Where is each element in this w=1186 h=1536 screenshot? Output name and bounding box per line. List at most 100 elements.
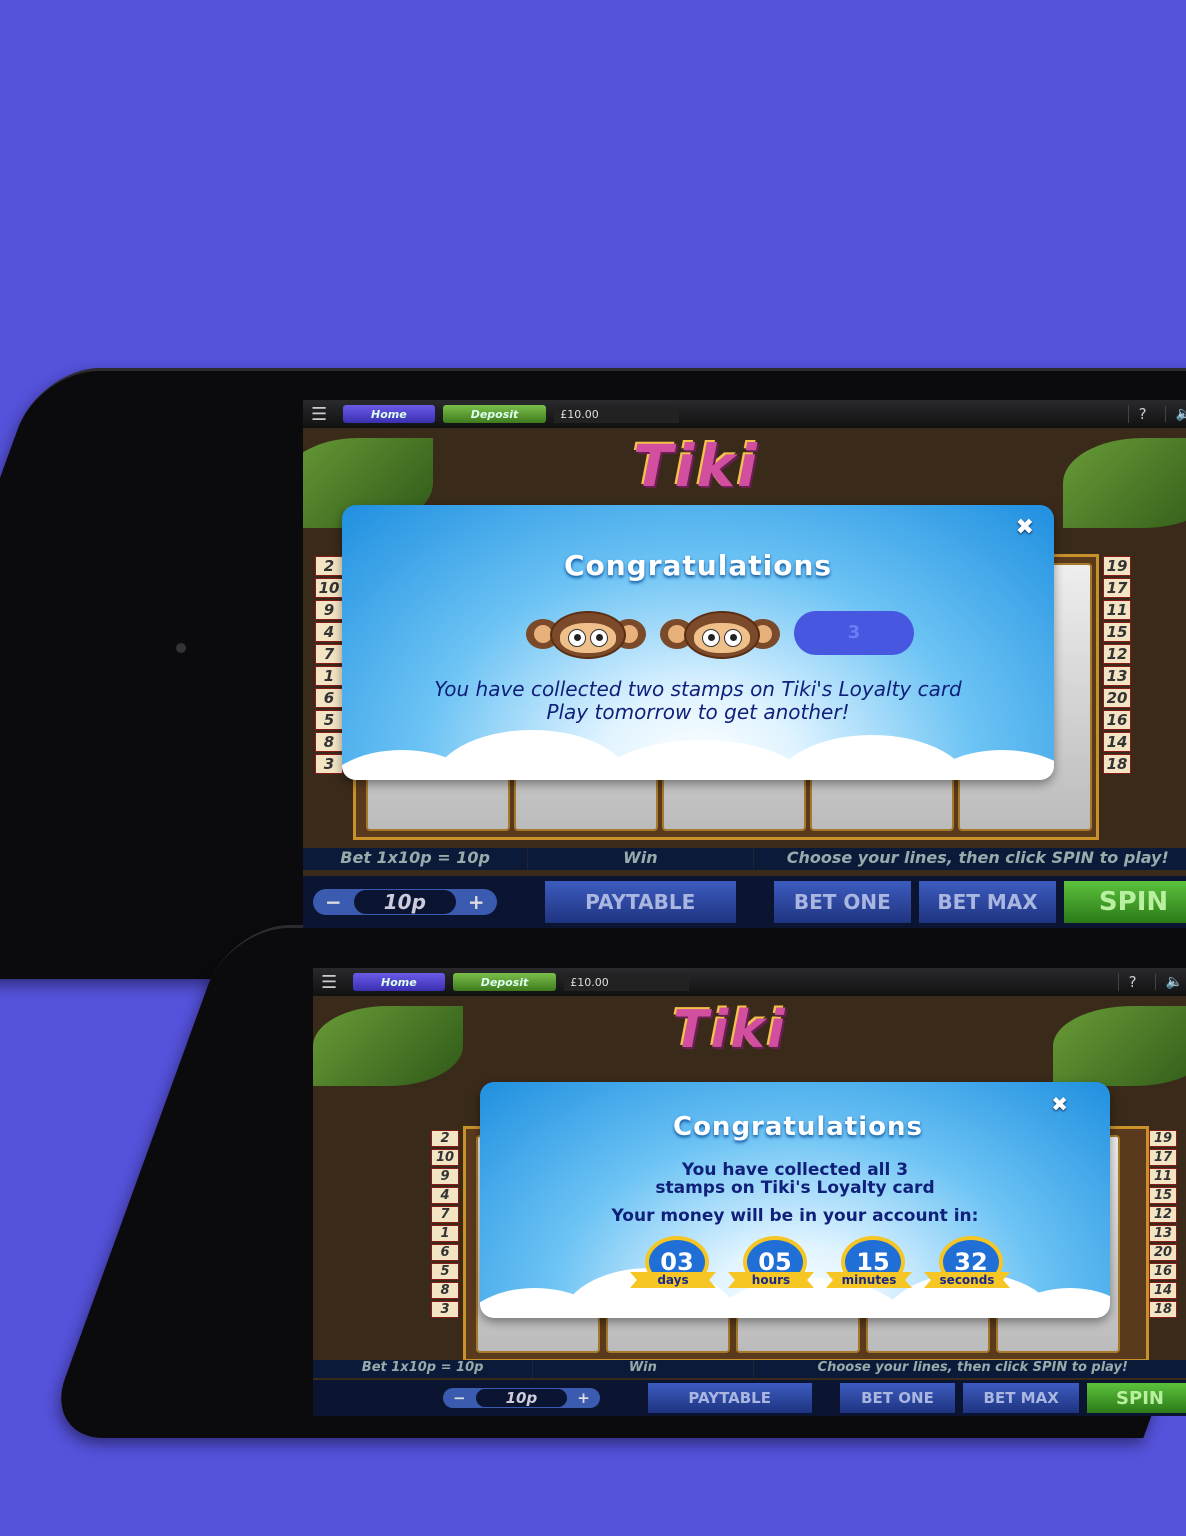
payline-number[interactable]: 14	[1149, 1282, 1177, 1299]
payline-number[interactable]: 1	[315, 666, 343, 686]
payline-number[interactable]: 19	[1149, 1130, 1177, 1147]
payline-number[interactable]: 20	[1103, 688, 1131, 708]
popup-message-line2: Play tomorrow to get another!	[546, 700, 850, 724]
payline-number[interactable]: 16	[1103, 710, 1131, 730]
payline-number[interactable]: 2	[431, 1130, 459, 1147]
controls-bar: − 10p + PAYTABLE BET ONE BET MAX SPIN	[303, 876, 1186, 928]
payline-number[interactable]: 15	[1149, 1187, 1177, 1204]
monkey-stamp-icon	[660, 611, 780, 659]
deposit-button[interactable]: Deposit	[452, 973, 557, 991]
payline-number[interactable]: 12	[1149, 1206, 1177, 1223]
deposit-button[interactable]: Deposit	[442, 405, 547, 423]
loyalty-popup-all-stamps: ✖ Congratulations You have collected all…	[480, 1082, 1110, 1318]
countdown-minutes: 15 minutes	[826, 1236, 912, 1296]
status-bar: Bet 1x10p = 10p Win Choose your lines, t…	[313, 1360, 1186, 1378]
bet-one-button[interactable]: BET ONE	[773, 881, 911, 923]
cloud-decoration	[342, 730, 1054, 780]
bet-info: Bet 1x10p = 10p	[303, 848, 529, 870]
payline-number[interactable]: 2	[315, 556, 343, 576]
hamburger-menu-icon[interactable]: ☰	[321, 972, 345, 993]
payline-number[interactable]: 6	[315, 688, 343, 708]
balance-display: £10.00	[554, 405, 679, 423]
win-label: Win	[528, 848, 754, 870]
instruction-text: Choose your lines, then click SPIN to pl…	[754, 848, 1186, 870]
payline-number[interactable]: 4	[431, 1187, 459, 1204]
payline-number[interactable]: 12	[1103, 644, 1131, 664]
minus-button[interactable]: −	[443, 1389, 476, 1407]
bet-max-button[interactable]: BET MAX	[918, 881, 1057, 923]
win-label: Win	[533, 1360, 754, 1378]
payline-number[interactable]: 17	[1103, 578, 1131, 598]
payline-number[interactable]: 14	[1103, 732, 1131, 752]
stamp-card: 3	[526, 611, 914, 659]
popup-message-line3: Your money will be in your account in:	[611, 1206, 979, 1226]
instruction-text: Choose your lines, then click SPIN to pl…	[754, 1360, 1186, 1378]
bet-stepper[interactable]: − 10p +	[443, 1388, 600, 1408]
home-button[interactable]: Home	[353, 973, 445, 991]
payline-number[interactable]: 20	[1149, 1244, 1177, 1261]
speaker-icon[interactable]: 🔈	[1154, 974, 1186, 990]
spin-button[interactable]: SPIN	[1086, 1383, 1186, 1413]
plus-button[interactable]: +	[456, 890, 497, 914]
payline-number[interactable]: 13	[1103, 666, 1131, 686]
payline-number[interactable]: 18	[1103, 754, 1131, 774]
bet-stepper[interactable]: − 10p +	[313, 889, 497, 915]
popup-message-line1: You have collected all 3	[681, 1160, 909, 1180]
payline-number[interactable]: 19	[1103, 556, 1131, 576]
hamburger-menu-icon[interactable]: ☰	[311, 404, 335, 425]
home-button[interactable]: Home	[343, 405, 435, 423]
payline-number[interactable]: 10	[315, 578, 343, 598]
payline-number[interactable]: 17	[1149, 1149, 1177, 1166]
right-payline-numbers: 19 17 11 15 12 13 20 16 14 18	[1103, 556, 1131, 774]
payline-number[interactable]: 6	[431, 1244, 459, 1261]
bet-one-button[interactable]: BET ONE	[839, 1383, 956, 1413]
payline-number[interactable]: 4	[315, 622, 343, 642]
payline-number[interactable]: 8	[315, 732, 343, 752]
payline-number[interactable]: 13	[1149, 1225, 1177, 1242]
balance-display: £10.00	[564, 973, 689, 991]
payline-number[interactable]: 8	[431, 1282, 459, 1299]
help-button[interactable]: ?	[1127, 405, 1157, 423]
payline-number[interactable]: 9	[315, 600, 343, 620]
payline-number[interactable]: 7	[431, 1206, 459, 1223]
right-payline-numbers: 19 17 11 15 12 13 20 16 14 18	[1149, 1130, 1177, 1318]
payline-number[interactable]: 11	[1149, 1168, 1177, 1185]
bet-max-button[interactable]: BET MAX	[963, 1383, 1079, 1413]
payline-number[interactable]: 16	[1149, 1263, 1177, 1280]
speaker-icon[interactable]: 🔈	[1164, 406, 1186, 422]
payline-number[interactable]: 18	[1149, 1301, 1177, 1318]
payline-number[interactable]: 5	[431, 1263, 459, 1280]
top-bar: ☰ Home Deposit £10.00 ? 🔈	[303, 400, 1186, 428]
payline-number[interactable]: 1	[431, 1225, 459, 1242]
payline-number[interactable]: 9	[431, 1168, 459, 1185]
game-logo: Tiki	[633, 432, 759, 500]
palm-leaf	[1063, 438, 1186, 528]
left-payline-numbers: 2 10 9 4 7 1 6 5 8 3	[315, 556, 343, 774]
payline-number[interactable]: 7	[315, 644, 343, 664]
bet-info: Bet 1x10p = 10p	[313, 1360, 534, 1378]
payline-number[interactable]: 3	[315, 754, 343, 774]
controls-bar: − 10p + PAYTABLE BET ONE BET MAX SPIN	[313, 1380, 1186, 1416]
payline-number[interactable]: 3	[431, 1301, 459, 1318]
payline-number[interactable]: 15	[1103, 622, 1131, 642]
bet-value: 10p	[353, 890, 456, 914]
empty-stamp-number: 3	[794, 611, 914, 655]
spin-button[interactable]: SPIN	[1064, 881, 1186, 923]
countdown-days: 03 days	[630, 1236, 716, 1296]
palm-leaf	[313, 1006, 463, 1086]
game-logo: Tiki	[673, 1000, 787, 1060]
payline-number[interactable]: 10	[431, 1149, 459, 1166]
payline-number[interactable]: 5	[315, 710, 343, 730]
payline-number[interactable]: 11	[1103, 600, 1131, 620]
paytable-button[interactable]: PAYTABLE	[544, 881, 736, 923]
close-icon[interactable]: ✖	[1016, 515, 1034, 540]
popup-title: Congratulations	[672, 1112, 923, 1142]
loyalty-popup-two-stamps: ✖ Congratulations 3 You have collected t…	[342, 505, 1054, 780]
paytable-button[interactable]: PAYTABLE	[647, 1383, 812, 1413]
countdown-seconds: 32 seconds	[924, 1236, 1010, 1296]
minus-button[interactable]: −	[313, 890, 354, 914]
popup-message-line2: stamps on Tiki's Loyalty card	[655, 1178, 935, 1198]
plus-button[interactable]: +	[567, 1389, 600, 1407]
tablet-camera-top	[176, 643, 186, 653]
help-button[interactable]: ?	[1117, 973, 1147, 991]
